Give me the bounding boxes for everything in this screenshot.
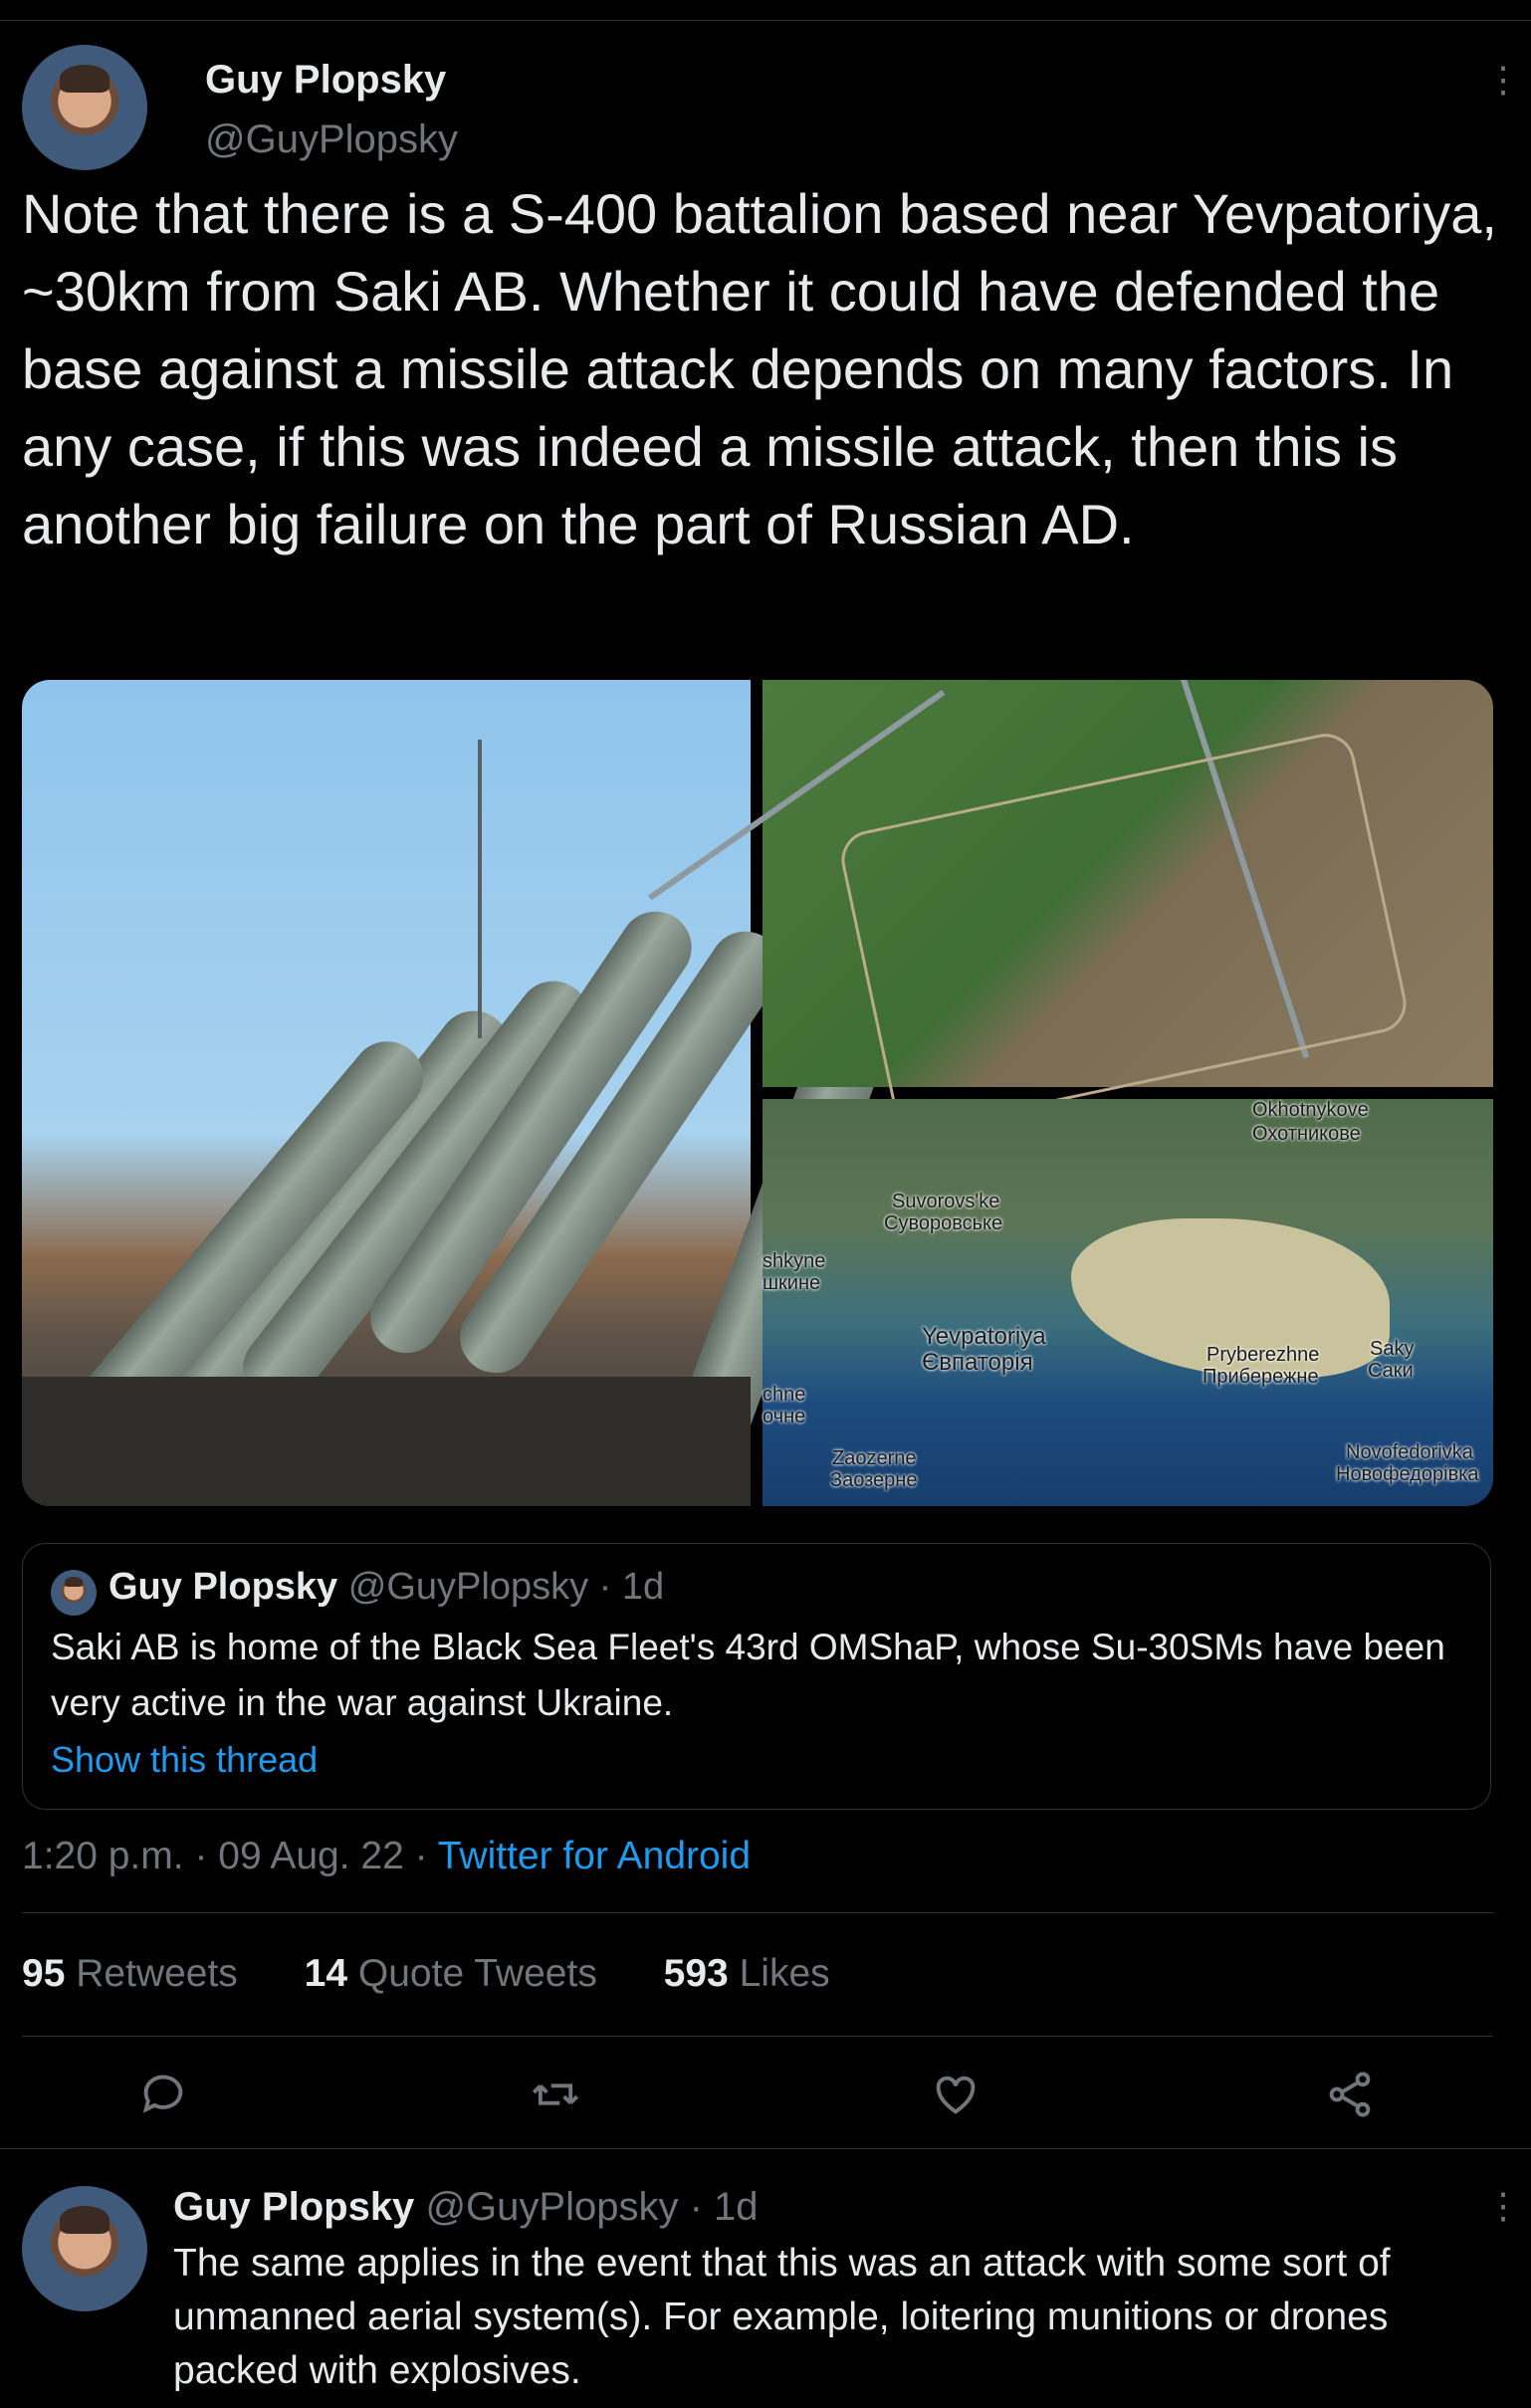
quote-tweets-label: Quote Tweets [357, 1952, 597, 1995]
likes-count: 593 [663, 1952, 729, 1995]
quoted-tweet-header: Guy Plopsky @GuyPlopsky · 1d [109, 1566, 664, 1609]
map-label-shkyne-uk: шкине [763, 1272, 821, 1294]
quoted-tweet[interactable]: Guy Plopsky @GuyPlopsky · 1d Saki AB is … [22, 1543, 1491, 1810]
tweet-timestamp: 1:20 p.m. · 09 Aug. 22 · Twitter for And… [22, 1835, 751, 1878]
map-label-yevpatoriya-uk: Євпаторія [922, 1349, 1033, 1376]
map-label-pryberezhne-uk: Прибережне [1203, 1366, 1319, 1388]
map-label-okhotnykove-uk: Охотникове [1252, 1123, 1361, 1145]
retweets-label: Retweets [76, 1952, 238, 1995]
tweet-stats: 95 Retweets 14 Quote Tweets 593 Likes [22, 1952, 886, 1996]
author-avatar[interactable] [22, 45, 147, 170]
map-label-saky-uk: Саки [1368, 1360, 1414, 1382]
map-label-okhotnykove: Okhotnykove [1252, 1099, 1369, 1121]
divider [22, 2036, 1493, 2037]
map-label-zaozerne: Zaozerne [832, 1447, 917, 1469]
quoted-author-avatar [51, 1570, 97, 1616]
tweet-source-link[interactable]: Twitter for Android [438, 1835, 751, 1877]
tweet-time[interactable]: 1:20 p.m. [22, 1835, 184, 1877]
retweets-count: 95 [22, 1952, 66, 1995]
reply-icon[interactable] [137, 2069, 189, 2120]
map-label-pryberezhne: Pryberezhne [1206, 1344, 1320, 1366]
author-handle[interactable]: @GuyPlopsky [205, 117, 458, 162]
retweet-icon[interactable] [530, 2069, 581, 2120]
s400-launcher-photo[interactable] [22, 680, 916, 1506]
map-label-shkyne: shkyne [763, 1250, 826, 1272]
map-label-saky: Saky [1370, 1338, 1415, 1360]
quote-tweets-stat[interactable]: 14 Quote Tweets [305, 1952, 597, 1995]
map-image-yevpatoriya[interactable]: Okhotnykove Охотникове Suvorovs'ke Сувор… [763, 1099, 1493, 1506]
map-label-novofedorivka-uk: Новофедорівка [1336, 1463, 1479, 1485]
tweet-text: Note that there is a S-400 battalion bas… [22, 182, 1497, 555]
reply-author-handle[interactable]: @GuyPlopsky [425, 2185, 678, 2229]
quote-tweets-count: 14 [304, 1952, 348, 1995]
reply-text: The same applies in the event that this … [173, 2242, 1391, 2392]
divider [0, 2148, 1531, 2149]
divider [22, 1912, 1493, 1913]
map-label-chne: chne [763, 1384, 806, 1406]
map-label-suvorovske: Suvorovs'ke [892, 1191, 1000, 1212]
map-label-suvorovske-uk: Суворовське [884, 1212, 1003, 1234]
quoted-author-name: Guy Plopsky [109, 1566, 338, 1608]
like-icon[interactable] [930, 2069, 982, 2120]
author-name[interactable]: Guy Plopsky [205, 58, 446, 103]
tweet-media[interactable]: Okhotnykove Охотникове Suvorovs'ke Сувор… [22, 680, 1493, 1506]
map-label-zaozerne-uk: Заозерне [830, 1469, 918, 1491]
map-label-novofedorivka: Novofedorivka [1346, 1441, 1473, 1463]
satellite-image-site[interactable] [648, 680, 1493, 1136]
map-label-yevpatoriya: Yevpatoriya [922, 1323, 1046, 1350]
reply-age[interactable]: · 1d [690, 2185, 759, 2229]
reply-more-options-icon[interactable]: ⋮ [1485, 2188, 1521, 2224]
show-thread-link[interactable]: Show this thread [51, 1739, 318, 1781]
top-divider [0, 20, 1531, 21]
reply-header: Guy Plopsky @GuyPlopsky · 1d [173, 2185, 759, 2230]
reply-author-name[interactable]: Guy Plopsky [173, 2185, 414, 2229]
map-label-chne-uk: очне [763, 1406, 806, 1427]
likes-label: Likes [739, 1952, 830, 1995]
more-options-icon[interactable]: ⋮ [1485, 62, 1521, 98]
retweets-stat[interactable]: 95 Retweets [22, 1952, 238, 1995]
quoted-tweet-age: · 1d [598, 1566, 665, 1608]
quoted-author-handle: @GuyPlopsky [347, 1566, 589, 1608]
tweet-date[interactable]: · 09 Aug. 22 · [194, 1835, 427, 1877]
likes-stat[interactable]: 593 Likes [664, 1952, 830, 1995]
reply-author-avatar[interactable] [22, 2186, 147, 2311]
share-icon[interactable] [1324, 2069, 1376, 2120]
quoted-tweet-text: Saki AB is home of the Black Sea Fleet's… [51, 1627, 1445, 1723]
